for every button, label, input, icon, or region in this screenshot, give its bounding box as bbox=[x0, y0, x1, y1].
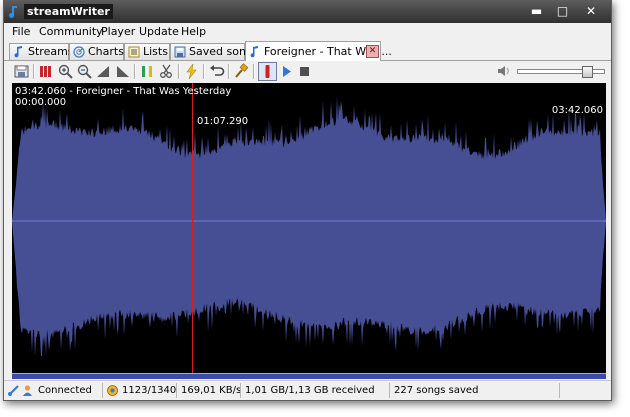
cut-icon[interactable] bbox=[38, 63, 55, 80]
connection-icon bbox=[8, 385, 19, 396]
stop-icon[interactable] bbox=[296, 63, 313, 80]
zoom-in-icon[interactable] bbox=[57, 63, 74, 80]
undo-icon[interactable] bbox=[208, 63, 225, 80]
save-icon[interactable] bbox=[13, 63, 30, 80]
record-icon[interactable] bbox=[258, 62, 277, 81]
menu-player[interactable]: Player bbox=[101, 25, 135, 38]
list-icon bbox=[128, 46, 140, 58]
play-icon[interactable] bbox=[278, 63, 295, 80]
toolbar-separator bbox=[178, 64, 180, 79]
app-window: streamWriter ▬ □ ✕ File Community Player… bbox=[3, 0, 612, 401]
status-divider bbox=[176, 383, 177, 398]
transfer-speed: 169,01 KB/s bbox=[181, 385, 242, 396]
tab-lists[interactable]: Lists bbox=[124, 43, 170, 60]
apply-icon[interactable] bbox=[233, 63, 250, 80]
waveform-view[interactable]: 03:42.060 - Foreigner - That Was Yesterd… bbox=[12, 83, 606, 373]
app-logo-icon bbox=[9, 6, 17, 18]
close-button[interactable]: ✕ bbox=[576, 3, 606, 19]
auto-cut-icon[interactable] bbox=[183, 63, 200, 80]
window-title: streamWriter bbox=[24, 4, 113, 19]
tab-saved-songs[interactable]: Saved songs bbox=[170, 43, 259, 60]
saved-songs-icon bbox=[174, 46, 186, 58]
toolbar-separator bbox=[33, 64, 35, 79]
toolbar-separator bbox=[253, 64, 255, 79]
start-time-label: 00:00.000 bbox=[15, 97, 67, 108]
music-note-icon bbox=[14, 46, 22, 58]
toolbar-separator bbox=[134, 64, 136, 79]
status-bar: Connected 1123/1340 169,01 KB/s 1,01 GB/… bbox=[4, 380, 611, 400]
tab-streams[interactable]: Streams bbox=[9, 43, 74, 60]
fade-in-icon[interactable] bbox=[95, 63, 112, 80]
radar-icon bbox=[73, 46, 85, 58]
menu-file[interactable]: File bbox=[12, 25, 30, 38]
menu-update[interactable]: Update bbox=[139, 25, 179, 38]
tab-bar: Streams Charts Lists Saved songs Foreign… bbox=[4, 41, 611, 63]
mark-icon[interactable] bbox=[139, 63, 156, 80]
menu-bar: File Community Player Update Help bbox=[4, 23, 611, 41]
waveform-scrollbar[interactable] bbox=[12, 373, 606, 379]
maximize-button[interactable]: □ bbox=[550, 3, 575, 19]
toolbar-separator bbox=[228, 64, 230, 79]
title-bar[interactable]: streamWriter ▬ □ ✕ bbox=[4, 1, 611, 23]
tab-label: Streams bbox=[28, 45, 74, 58]
track-label: 03:42.060 - Foreigner - That Was Yesterd… bbox=[15, 86, 232, 97]
waveform-graph[interactable] bbox=[12, 83, 606, 373]
cut-toolbar bbox=[4, 61, 611, 82]
end-time-label: 03:42.060 bbox=[551, 105, 603, 116]
data-received: 1,01 GB/1,13 GB received bbox=[245, 385, 375, 396]
streams-count-icon bbox=[107, 385, 118, 396]
streams-count: 1123/1340 bbox=[122, 385, 177, 396]
tab-current-song[interactable]: Foreigner - That Was ... ✕ bbox=[245, 41, 392, 63]
volume-slider[interactable] bbox=[517, 66, 605, 78]
connection-status: Connected bbox=[38, 385, 92, 396]
fade-out-icon[interactable] bbox=[114, 63, 131, 80]
status-divider bbox=[240, 383, 241, 398]
toolbar-separator bbox=[203, 64, 205, 79]
status-divider bbox=[389, 383, 390, 398]
waveform-shape bbox=[12, 96, 606, 357]
volume-icon[interactable] bbox=[497, 65, 511, 77]
menu-help[interactable]: Help bbox=[181, 25, 206, 38]
tab-close-icon[interactable]: ✕ bbox=[366, 45, 379, 58]
songs-saved: 227 songs saved bbox=[394, 385, 479, 396]
tab-label: Charts bbox=[88, 45, 124, 58]
status-divider bbox=[102, 383, 103, 398]
tab-label: Lists bbox=[143, 45, 168, 58]
users-icon bbox=[23, 385, 32, 396]
music-note-icon bbox=[250, 46, 258, 58]
minimize-button[interactable]: ▬ bbox=[524, 3, 549, 19]
status-divider bbox=[559, 383, 560, 398]
zoom-out-icon[interactable] bbox=[76, 63, 93, 80]
scissors-icon[interactable] bbox=[158, 63, 175, 80]
tab-charts[interactable]: Charts bbox=[69, 43, 124, 60]
cursor-time-label: 01:07.290 bbox=[197, 116, 249, 127]
volume-slider-thumb[interactable] bbox=[582, 66, 593, 78]
menu-community[interactable]: Community bbox=[39, 25, 103, 38]
